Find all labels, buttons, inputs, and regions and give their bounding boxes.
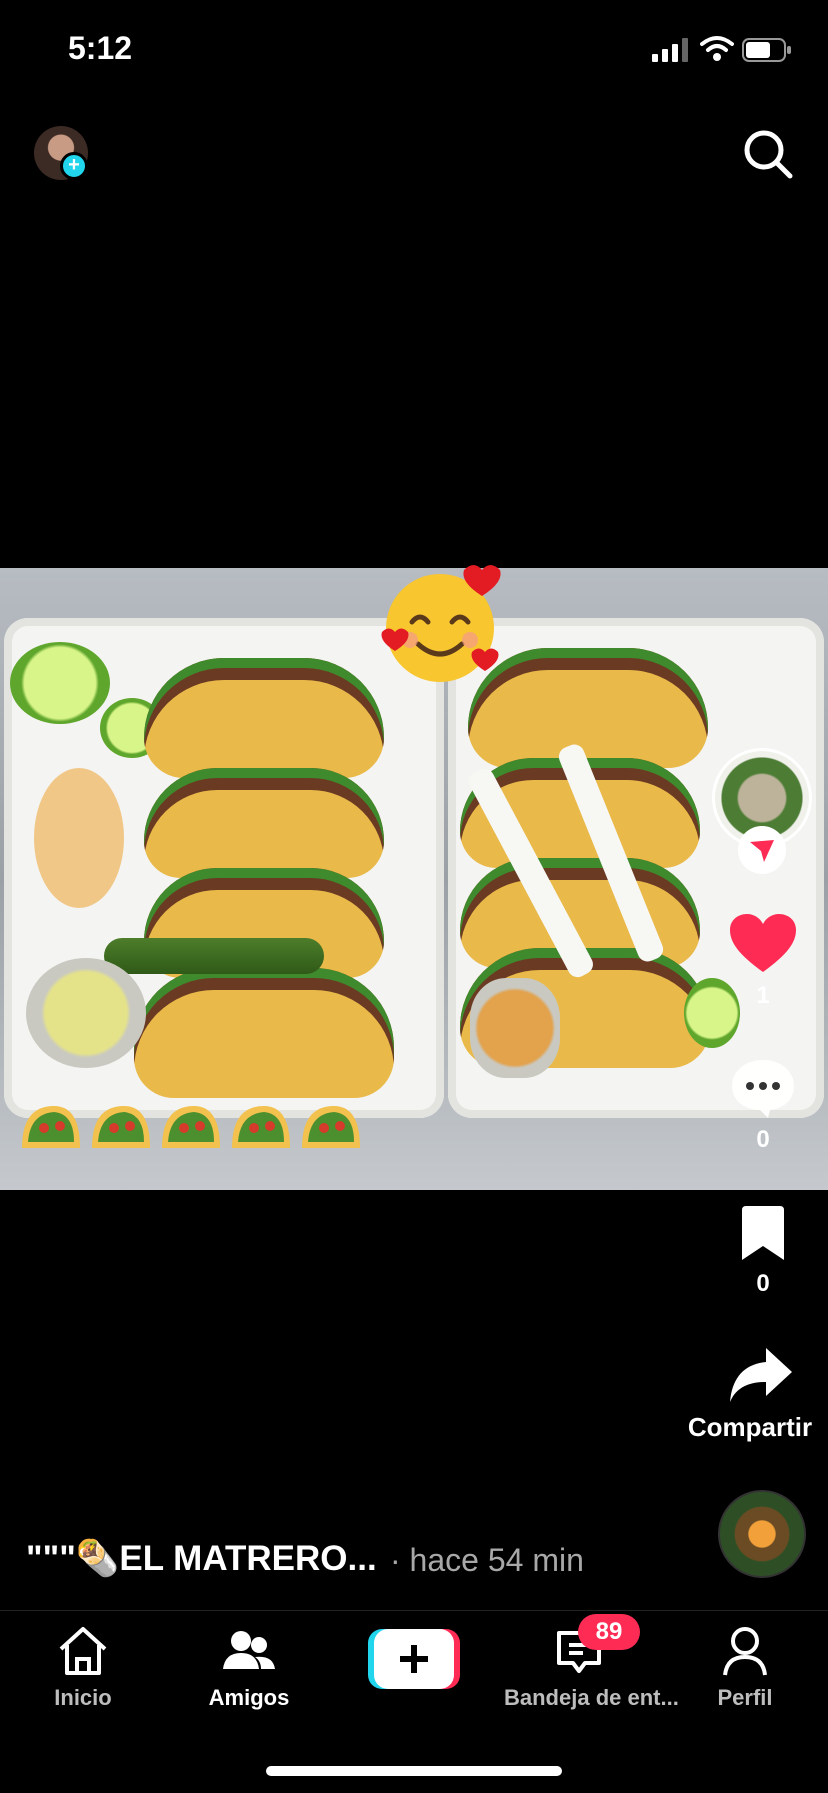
taco — [144, 768, 384, 878]
share-arrow-icon[interactable] — [726, 1344, 796, 1406]
send-arrow-icon[interactable] — [738, 826, 786, 874]
comment-count: 0 — [756, 1126, 770, 1153]
bookmark-count: 0 — [756, 1270, 770, 1297]
share-label[interactable]: Compartir — [660, 1412, 828, 1443]
grilled-onions — [34, 768, 124, 908]
nav-profile[interactable]: Perfil — [670, 1611, 820, 1711]
taco-icon — [92, 1106, 150, 1148]
salsa-cup — [470, 978, 560, 1078]
jalapeno-pepper — [104, 938, 324, 974]
nav-friends-label: Amigos — [208, 1685, 290, 1710]
nav-inbox-label: Bandeja de ent... — [504, 1685, 679, 1710]
smiling-face-hearts-icon — [381, 565, 501, 682]
like-count: 1 — [756, 982, 770, 1009]
friends-icon — [223, 1631, 275, 1669]
taco-icon — [162, 1106, 220, 1148]
plus-icon[interactable] — [368, 1629, 460, 1689]
taco — [144, 658, 384, 778]
comment-icon[interactable] — [728, 1056, 798, 1120]
heart-icon[interactable] — [728, 912, 798, 976]
add-story-icon[interactable]: + — [60, 152, 88, 180]
post-time-ago: · hace 54 min — [390, 1542, 584, 1578]
taco — [134, 968, 394, 1098]
home-icon — [59, 1627, 107, 1675]
sound-disc[interactable] — [718, 1490, 806, 1578]
post-caption[interactable]: """🌯EL MATRERO... — [26, 1538, 377, 1579]
taco-icon — [22, 1106, 80, 1148]
taco-icon — [232, 1106, 290, 1148]
search-icon[interactable] — [740, 126, 796, 182]
nav-home-label: Inicio — [54, 1685, 112, 1710]
nav-profile-label: Perfil — [717, 1685, 773, 1710]
status-time: 5:12 — [68, 30, 133, 66]
taco-icon — [302, 1106, 360, 1148]
lime-wedge — [10, 642, 110, 724]
salsa-cup — [26, 958, 146, 1068]
nav-friends[interactable]: Amigos — [174, 1611, 324, 1711]
bookmark-icon[interactable] — [738, 1204, 788, 1264]
person-icon — [723, 1627, 767, 1676]
wifi-icon — [700, 36, 734, 61]
food-tray-left — [4, 618, 444, 1118]
cellular-signal-icon — [652, 38, 688, 62]
nav-home[interactable]: Inicio — [8, 1611, 158, 1711]
inbox-badge: 89 — [578, 1614, 640, 1650]
battery-icon — [742, 38, 791, 62]
home-indicator — [266, 1766, 562, 1776]
